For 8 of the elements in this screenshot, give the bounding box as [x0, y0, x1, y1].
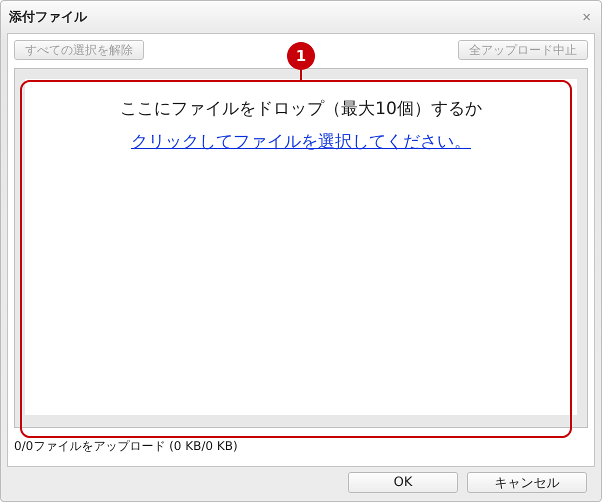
upload-status: 0/0ファイルをアップロード (0 KB/0 KB)	[14, 438, 239, 455]
window-title: 添付ファイル	[9, 9, 87, 26]
ok-button[interactable]: OK	[348, 472, 458, 493]
callout-badge: 1	[287, 42, 315, 70]
cancel-button[interactable]: キャンセル	[467, 472, 587, 493]
select-files-link[interactable]: クリックしてファイルを選択してください。	[131, 130, 471, 153]
drop-zone[interactable]: ここにファイルをドロップ（最大10個）するか クリックしてファイルを選択してください。	[25, 79, 577, 415]
drop-message: ここにファイルをドロップ（最大10個）するか	[120, 98, 482, 120]
